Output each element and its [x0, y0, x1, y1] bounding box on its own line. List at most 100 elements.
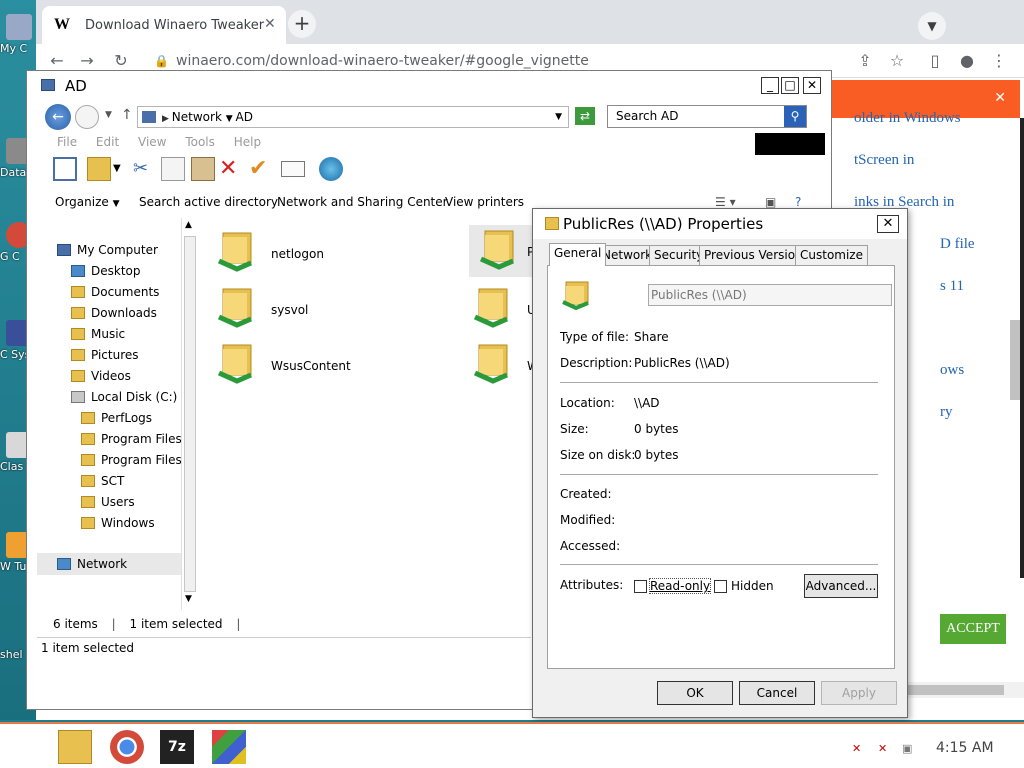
menu-view[interactable]: View: [138, 135, 166, 149]
preview-pane-toggle-icon[interactable]: ▣: [765, 195, 776, 209]
article-link[interactable]: D file: [940, 236, 975, 253]
share-icon[interactable]: ⇪: [854, 50, 876, 72]
article-link[interactable]: tScreen in: [854, 152, 914, 169]
bookmark-star-icon[interactable]: ☆: [886, 50, 908, 72]
nav-item-downloads[interactable]: Downloads: [71, 306, 157, 320]
nav-item-videos[interactable]: Videos: [71, 369, 131, 383]
chrome-tab[interactable]: W Download Winaero Tweaker ✕: [42, 6, 286, 44]
nav-item-desktop[interactable]: Desktop: [71, 264, 141, 278]
breadcrumb-network[interactable]: Network: [172, 110, 222, 124]
apply-button[interactable]: Apply: [821, 681, 897, 705]
scroll-up-icon[interactable]: ▲: [185, 220, 192, 230]
7zip-taskbar-icon[interactable]: 7z: [160, 730, 194, 764]
windows-taskbar-icon[interactable]: [212, 730, 246, 764]
profile-avatar-icon[interactable]: ●: [956, 50, 978, 72]
folder-options-icon[interactable]: [87, 157, 111, 181]
share-item-sysvol[interactable]: sysvol: [207, 283, 407, 335]
menu-help[interactable]: Help: [234, 135, 261, 149]
volume-muted-icon[interactable]: ✕: [852, 742, 868, 756]
menu-tools[interactable]: Tools: [185, 135, 215, 149]
tab-general[interactable]: General: [549, 243, 607, 266]
share-item-wsuscontent[interactable]: WsusContent: [207, 339, 407, 391]
nav-item-sct[interactable]: SCT: [81, 474, 124, 488]
rename-icon[interactable]: [281, 161, 305, 177]
accept-button[interactable]: ACCEPT: [940, 614, 1006, 644]
file-explorer-taskbar-icon[interactable]: [58, 730, 92, 764]
preview-pane-icon[interactable]: [53, 157, 77, 181]
banner-close-icon[interactable]: ✕: [994, 90, 1006, 106]
reload-icon[interactable]: ↻: [110, 50, 132, 72]
tab-search-button[interactable]: ▼: [918, 12, 946, 40]
nav-item-perflogs[interactable]: PerfLogs: [81, 411, 152, 425]
cut-icon[interactable]: ✂: [133, 157, 157, 181]
globe-icon[interactable]: [319, 157, 343, 181]
advanced-button[interactable]: Advanced...: [804, 574, 878, 598]
share-item-netlogon[interactable]: netlogon: [207, 227, 407, 279]
address-bar[interactable]: ▶ Network ▼ AD ▼: [137, 106, 569, 128]
article-link[interactable]: older in Windows: [854, 110, 961, 127]
tab-customize[interactable]: Customize: [795, 245, 868, 265]
address-dropdown-icon[interactable]: ▼: [555, 107, 562, 127]
paste-icon[interactable]: [191, 157, 215, 181]
hidden-checkbox[interactable]: [714, 580, 727, 593]
nav-item-my-computer[interactable]: My Computer: [57, 243, 158, 257]
forward-arrow-icon[interactable]: →: [76, 50, 98, 72]
ok-button[interactable]: OK: [657, 681, 733, 705]
tab-close-icon[interactable]: ✕: [264, 16, 276, 32]
new-tab-button[interactable]: +: [288, 10, 316, 38]
page-scrollbar[interactable]: [1010, 320, 1020, 400]
delete-icon[interactable]: ✕: [219, 157, 243, 181]
article-link[interactable]: s 11: [940, 278, 964, 295]
nav-item-pictures[interactable]: Pictures: [71, 348, 139, 362]
clock[interactable]: 4:15 AM: [936, 740, 994, 756]
search-input[interactable]: Search AD ⚲: [607, 105, 807, 128]
cancel-button[interactable]: Cancel: [739, 681, 815, 705]
scrollbar-thumb[interactable]: [184, 236, 196, 592]
view-options-icon[interactable]: ☰ ▾: [715, 195, 736, 209]
back-arrow-icon[interactable]: ←: [45, 104, 71, 130]
nav-label: Program Files (: [101, 453, 191, 467]
search-active-directory-button[interactable]: Search active directory: [139, 195, 278, 209]
side-panel-icon[interactable]: ▯: [924, 50, 946, 72]
nav-item-windows[interactable]: Windows: [81, 516, 155, 530]
read-only-label[interactable]: Read-only: [648, 578, 712, 594]
chrome-taskbar-icon[interactable]: [110, 730, 144, 764]
nav-item-network[interactable]: Network: [37, 553, 187, 575]
minimize-button[interactable]: _: [761, 77, 779, 94]
article-link[interactable]: ry: [940, 404, 953, 421]
refresh-icon[interactable]: ⇄: [575, 107, 595, 125]
back-arrow-icon[interactable]: ←: [46, 50, 68, 72]
up-arrow-icon[interactable]: ↑: [121, 107, 133, 123]
desktop-icon-my-computer[interactable]: My C: [0, 14, 34, 55]
hidden-label[interactable]: Hidden: [731, 579, 774, 593]
menu-file[interactable]: File: [57, 135, 77, 149]
search-icon[interactable]: ⚲: [784, 106, 806, 127]
nav-item-program-files-x86[interactable]: Program Files (: [81, 453, 190, 467]
help-icon[interactable]: ?: [795, 195, 801, 209]
action-center-icon[interactable]: ▣: [902, 742, 918, 756]
close-button[interactable]: ✕: [803, 77, 821, 94]
view-printers-button[interactable]: View printers: [445, 195, 524, 209]
menu-kebab-icon[interactable]: ⋮: [988, 50, 1010, 72]
history-dropdown-icon[interactable]: ▼: [105, 110, 112, 120]
read-only-checkbox[interactable]: [634, 580, 647, 593]
nav-item-users[interactable]: Users: [81, 495, 135, 509]
maximize-button[interactable]: □: [781, 77, 799, 94]
scroll-down-icon[interactable]: ▼: [185, 594, 192, 604]
properties-check-icon[interactable]: ✔: [249, 157, 273, 181]
network-disconnected-icon[interactable]: ✕: [878, 742, 894, 756]
copy-icon[interactable]: [161, 157, 185, 181]
nav-item-music[interactable]: Music: [71, 327, 125, 341]
breadcrumb-ad[interactable]: AD: [236, 110, 253, 124]
article-link[interactable]: ows: [940, 362, 964, 379]
nav-item-program-files[interactable]: Program Files: [81, 432, 182, 446]
nav-item-local-disk[interactable]: Local Disk (C:): [71, 390, 177, 404]
forward-arrow-icon[interactable]: [75, 105, 99, 129]
menu-edit[interactable]: Edit: [96, 135, 119, 149]
nav-item-documents[interactable]: Documents: [71, 285, 159, 299]
share-name-field[interactable]: PublicRes (\\AD): [648, 284, 892, 306]
nav-scrollbar[interactable]: ▲ ▼: [181, 218, 198, 610]
network-sharing-center-button[interactable]: Network and Sharing Center: [277, 195, 448, 209]
close-button[interactable]: ✕: [877, 215, 899, 233]
organize-button[interactable]: Organize ▼: [55, 195, 120, 209]
